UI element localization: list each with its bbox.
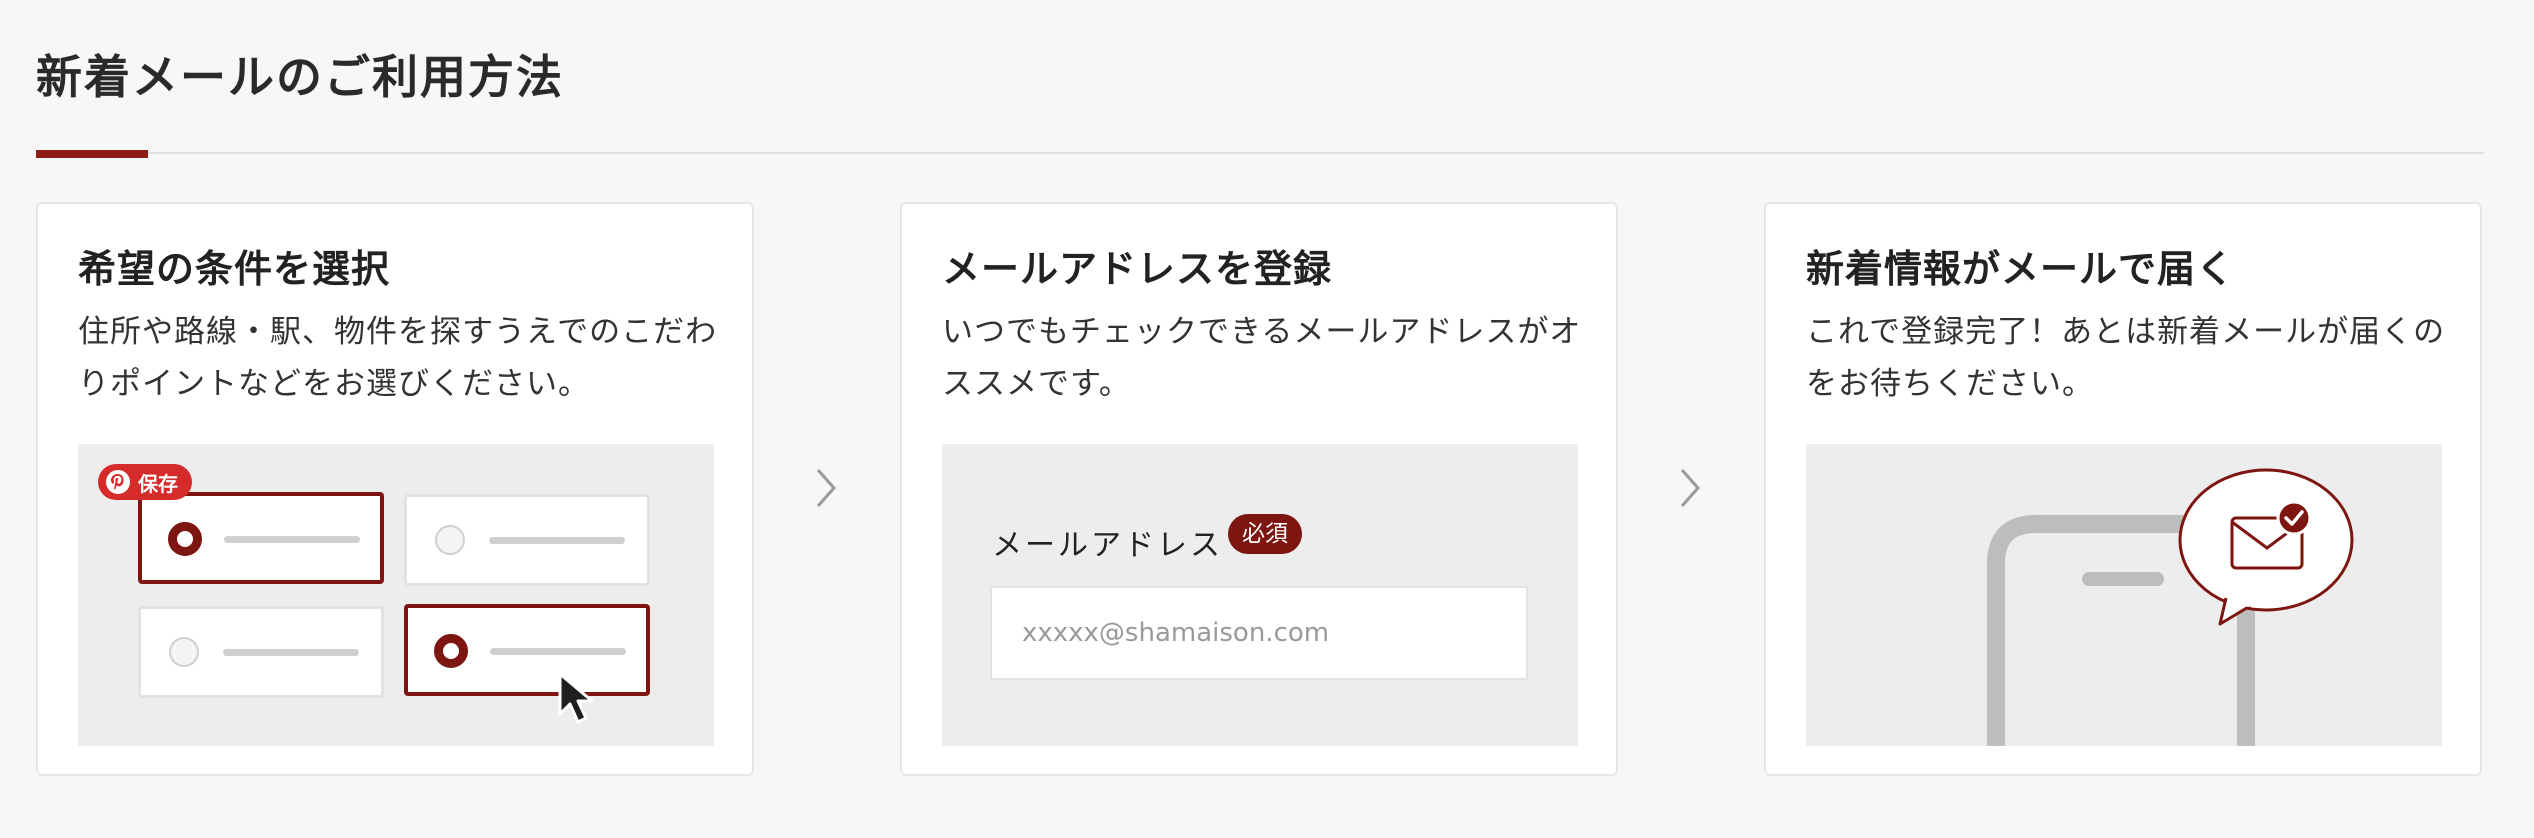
option-text-placeholder (224, 536, 360, 543)
mouse-pointer-icon (558, 672, 594, 724)
pinterest-save-button[interactable]: 保存 (98, 464, 192, 500)
option-text-placeholder (223, 649, 359, 656)
step-title: メールアドレスを登録 (942, 246, 1333, 291)
radio-selected (168, 522, 202, 556)
radio-unselected (169, 637, 199, 667)
radio-unselected (435, 525, 465, 555)
step-title: 希望の条件を選択 (78, 246, 391, 291)
step-title: 新着情報がメールで届く (1806, 246, 2236, 291)
title-divider (36, 152, 2484, 154)
pinterest-icon (106, 470, 130, 494)
option-text-placeholder (490, 648, 626, 655)
chevron-right-icon (816, 469, 837, 507)
step-card-register-email: メールアドレスを登録 いつでもチェックできるメールアドレスがオススメです。 メー… (900, 202, 1618, 776)
smartphone-icon (1987, 468, 2354, 746)
step-description: 住所や路線・駅、物件を探すうえでのこだわりポイントなどをお選びください。 (78, 314, 718, 402)
email-form-illustration: メールアドレス 必須 xxxxx@shamaison.com (942, 444, 1578, 746)
condition-option-1[interactable] (138, 492, 384, 584)
email-field[interactable]: xxxxx@shamaison.com (990, 586, 1528, 680)
step-description: これで登録完了！あとは新着メールが届くのをお待ちください。 (1806, 314, 2446, 402)
radio-selected (434, 634, 468, 668)
title-accent-bar (36, 150, 148, 158)
email-field-label: メールアドレス (992, 528, 1223, 563)
chevron-right-icon (1680, 469, 1701, 507)
step-description: いつでもチェックできるメールアドレスがオススメです。 (942, 314, 1582, 402)
option-text-placeholder (489, 537, 625, 544)
condition-select-illustration: 保存 (78, 444, 714, 746)
step-card-select-conditions: 希望の条件を選択 住所や路線・駅、物件を探すうえでのこだわりポイントなどをお選び… (36, 202, 754, 776)
step-card-receive-mail: 新着情報がメールで届く これで登録完了！あとは新着メールが届くのをお待ちください… (1764, 202, 2482, 776)
condition-option-3[interactable] (138, 606, 384, 698)
check-icon (2276, 500, 2312, 536)
required-badge: 必須 (1228, 514, 1302, 554)
condition-option-2[interactable] (404, 494, 650, 586)
pinterest-save-label: 保存 (138, 471, 178, 496)
mail-notification-illustration (1806, 444, 2442, 746)
condition-option-4[interactable] (404, 604, 650, 696)
page-title: 新着メールのご利用方法 (36, 50, 564, 104)
